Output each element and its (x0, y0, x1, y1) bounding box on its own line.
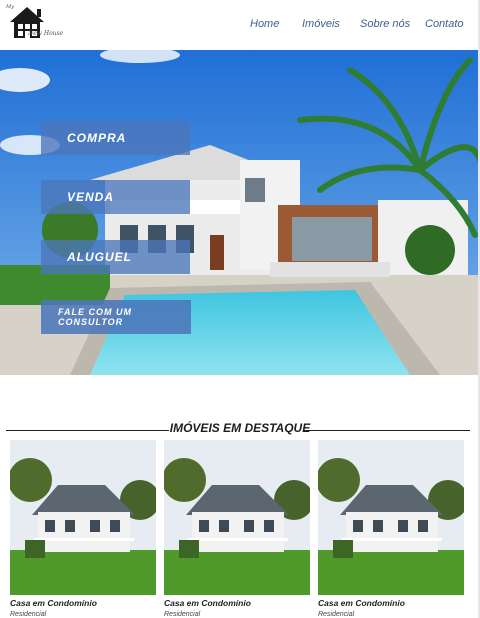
nav-link-home[interactable]: Home (250, 18, 279, 30)
top-navbar: My New House Home Imóveis Sobre nós Cont… (0, 0, 480, 50)
property-card-2[interactable] (164, 440, 310, 595)
card-type: Residencial (164, 611, 201, 618)
card-type: Residencial (318, 611, 355, 618)
logo-text-top: My (6, 4, 14, 10)
hero-banner: COMPRA VENDA ALUGUEL FALE COM UM CONSULT… (0, 50, 480, 375)
divider-right (304, 430, 470, 431)
aluguel-button[interactable]: ALUGUEL (41, 240, 190, 274)
card-type: Residencial (10, 611, 47, 618)
featured-title: IMÓVEIS EM DESTAQUE (169, 421, 311, 435)
nav-link-sobre[interactable]: Sobre nós (360, 18, 410, 30)
house-photo-image (10, 440, 156, 595)
compra-button[interactable]: COMPRA (41, 121, 190, 155)
logo-text-bottom: New House (28, 30, 64, 37)
card-title[interactable]: Casa em Condomínio (164, 598, 251, 608)
property-card-1[interactable] (10, 440, 156, 595)
house-photo-image (164, 440, 310, 595)
nav-link-imoveis[interactable]: Imóveis (302, 18, 340, 30)
property-card-3[interactable] (318, 440, 464, 595)
house-photo-image (318, 440, 464, 595)
venda-button[interactable]: VENDA (41, 180, 190, 214)
card-title[interactable]: Casa em Condomínio (10, 598, 97, 608)
nav-link-contato[interactable]: Contato (425, 18, 464, 30)
card-title[interactable]: Casa em Condomínio (318, 598, 405, 608)
consultor-button[interactable]: FALE COM UM CONSULTOR (41, 300, 191, 334)
house-logo-icon[interactable] (6, 4, 50, 44)
